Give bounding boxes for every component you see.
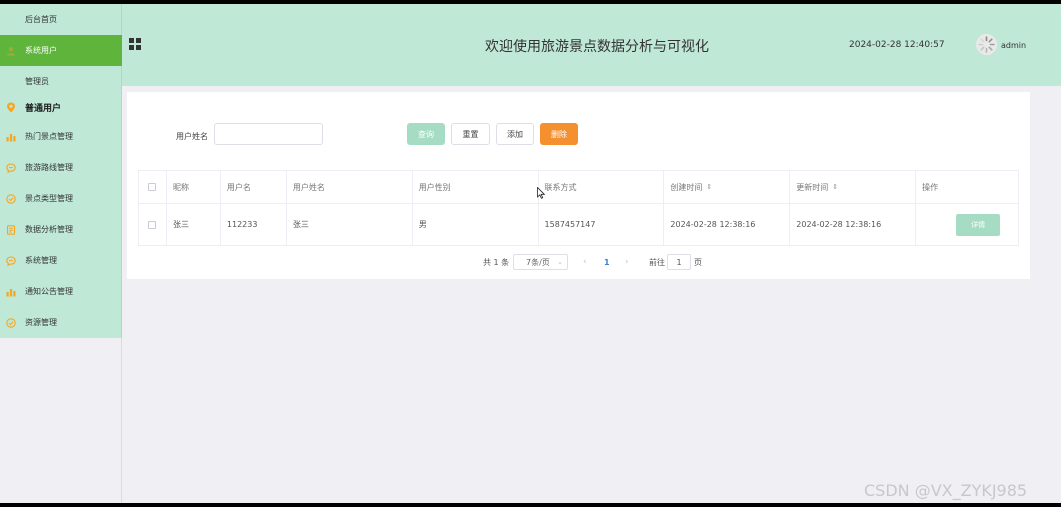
username[interactable]: admin	[1001, 41, 1026, 50]
bar-chart-icon	[6, 132, 16, 142]
sidebar-item-system-users[interactable]: 系统用户	[0, 35, 122, 66]
sidebar-item-routes[interactable]: 旅游路线管理	[0, 152, 122, 183]
sidebar-item-label: 数据分析管理	[25, 225, 73, 234]
cell-realname: 张三	[287, 204, 413, 245]
app-title: 欢迎使用旅游景点数据分析与可视化	[485, 39, 709, 55]
location-pin-icon	[6, 102, 16, 113]
sidebar-item-label: 热门景点管理	[25, 132, 73, 141]
column-header: 用户名	[221, 171, 287, 203]
column-header-sortable[interactable]: 创建时间 ⇕	[664, 171, 791, 203]
goto-unit: 页	[694, 257, 702, 267]
goto-label: 前往	[649, 257, 665, 267]
cell-nickname: 张三	[167, 204, 221, 245]
sidebar-item-label: 旅游路线管理	[25, 163, 73, 172]
query-button[interactable]: 查询	[407, 123, 445, 145]
sidebar-empty-area	[0, 338, 122, 503]
header-datetime: 2024-02-28 12:40:57	[849, 40, 945, 50]
select-all-checkbox[interactable]	[148, 183, 157, 191]
sidebar-item-label: 通知公告管理	[25, 287, 73, 296]
page-size-select[interactable]: 7条/页 ⌄	[513, 254, 568, 270]
sidebar-item-data-analysis[interactable]: 数据分析管理	[0, 214, 122, 245]
column-header-sortable[interactable]: 更新时间 ⇕	[790, 171, 917, 203]
watermark: CSDN @VX_ZYKJ985	[864, 481, 1028, 500]
cell-username: 112233	[221, 204, 287, 245]
avatar[interactable]	[976, 34, 997, 55]
reset-button[interactable]: 重置	[451, 123, 490, 145]
pagination: 共 1 条 7条/页 ⌄ ‹ 1 › 前往 1 页	[127, 254, 1030, 270]
check-circle-icon	[6, 193, 16, 204]
select-all-cell	[139, 171, 167, 203]
detail-button[interactable]: 详情	[956, 213, 1001, 236]
users-table: 昵称 用户名 用户姓名 用户性别 联系方式 创建时间 ⇕ 更新时间 ⇕ 操作 张…	[138, 170, 1020, 246]
sidebar-item-home[interactable]: 后台首页	[0, 4, 122, 35]
menu-grid-icon[interactable]	[129, 38, 141, 50]
column-header: 昵称	[167, 171, 221, 203]
chat-icon	[6, 255, 16, 266]
row-select-cell	[139, 204, 167, 245]
table-header-row: 昵称 用户名 用户姓名 用户性别 联系方式 创建时间 ⇕ 更新时间 ⇕ 操作	[139, 171, 1020, 204]
delete-button[interactable]: 删除	[540, 123, 578, 145]
sidebar-item-label: 普通用户	[25, 104, 62, 114]
column-header: 操作	[916, 171, 1020, 203]
table-row: 张三 112233 张三 男 1587457147 2024-02-28 12:…	[139, 204, 1020, 246]
chat-icon	[6, 162, 16, 173]
sidebar-item-label: 后台首页	[25, 15, 57, 24]
sidebar-item-attraction-types[interactable]: 景点类型管理	[0, 183, 122, 214]
column-header-label: 更新时间	[796, 182, 829, 192]
document-icon	[6, 224, 16, 235]
column-header: 用户性别	[413, 171, 539, 203]
column-header: 联系方式	[539, 171, 665, 203]
main-card: 用户姓名 查询 重置 添加 删除 昵称 用户名 用户姓名 用户性别 联系方式 创…	[127, 92, 1030, 279]
check-circle-icon	[6, 317, 16, 328]
column-header-label: 创建时间	[670, 182, 703, 192]
bar-chart-icon	[6, 287, 16, 297]
cell-actions: 详情	[916, 204, 1020, 245]
mouse-cursor-icon	[537, 187, 545, 199]
sidebar-item-notices[interactable]: 通知公告管理	[0, 276, 122, 307]
add-button[interactable]: 添加	[496, 123, 534, 145]
sidebar: 后台首页 系统用户 管理员 普通用户 热门景点管理 旅游路线管理 景点类型管理 …	[0, 4, 122, 338]
app-window: 后台首页 系统用户 管理员 普通用户 热门景点管理 旅游路线管理 景点类型管理 …	[0, 4, 1061, 503]
sidebar-item-system-management[interactable]: 系统管理	[0, 245, 122, 276]
sidebar-item-normal-users[interactable]: 普通用户	[0, 92, 122, 123]
pagination-total: 共 1 条	[483, 257, 510, 267]
sidebar-item-resources[interactable]: 资源管理	[0, 307, 122, 338]
sidebar-item-label: 系统用户	[25, 46, 57, 55]
prev-page-icon[interactable]: ‹	[583, 254, 587, 270]
sidebar-item-hot-attractions[interactable]: 热门景点管理	[0, 121, 122, 152]
search-label: 用户姓名	[176, 132, 208, 141]
sidebar-item-label: 系统管理	[25, 256, 57, 265]
cell-phone: 1587457147	[539, 204, 665, 245]
column-header: 用户姓名	[287, 171, 413, 203]
sidebar-item-label: 资源管理	[25, 318, 57, 327]
sort-icon[interactable]: ⇕	[832, 183, 838, 191]
user-icon	[6, 46, 16, 56]
cell-created: 2024-02-28 12:38:16	[664, 204, 791, 245]
sort-icon[interactable]: ⇕	[706, 183, 712, 191]
sidebar-item-label: 景点类型管理	[25, 194, 73, 203]
chevron-down-icon: ⌄	[557, 258, 563, 266]
row-checkbox[interactable]	[148, 220, 157, 229]
cell-gender: 男	[413, 204, 539, 245]
next-page-icon[interactable]: ›	[625, 254, 629, 270]
cell-updated: 2024-02-28 12:38:16	[790, 204, 917, 245]
top-header: 欢迎使用旅游景点数据分析与可视化 2024-02-28 12:40:57 adm…	[122, 4, 1061, 86]
page-size-value: 7条/页	[526, 257, 550, 267]
user-name-search-input[interactable]	[214, 123, 323, 145]
sidebar-item-label: 管理员	[25, 77, 49, 86]
page-number-current[interactable]: 1	[604, 254, 610, 270]
goto-page-input[interactable]: 1	[667, 254, 691, 270]
